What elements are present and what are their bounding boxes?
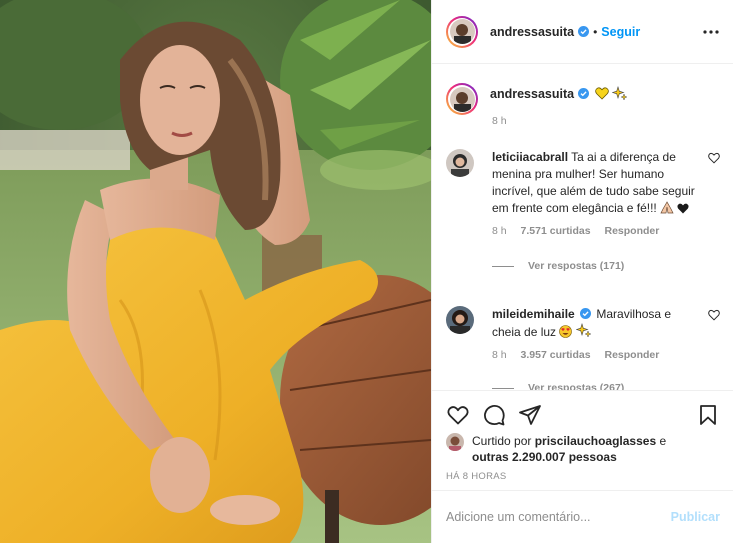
comment-likes[interactable]: 7.571 curtidas [521, 225, 591, 237]
view-replies-button[interactable]: Ver respostas (171) [492, 258, 696, 275]
sparkles-emoji [575, 323, 591, 338]
comment-time: 8 h [492, 349, 507, 361]
follow-button[interactable]: Seguir [601, 25, 640, 39]
post-photo[interactable] [0, 0, 431, 543]
bookmark-icon[interactable] [696, 403, 720, 427]
comment-meta: 8 h 3.957 curtidas Responder [492, 347, 696, 364]
replies-divider [492, 388, 514, 389]
comments-section[interactable]: andressasuita 8 h leticiiacabrall Ta ai … [432, 65, 733, 390]
likes-text: Curtido por priscilauchoaglasses e outra… [472, 433, 666, 465]
commenter-avatar[interactable] [446, 149, 474, 177]
liker-username[interactable]: priscilauchoaglasses [535, 434, 656, 448]
post-side-panel: andressasuita • Seguir andressasuita 8 h… [431, 0, 733, 543]
caption-username[interactable]: andressasuita [490, 87, 574, 101]
comment-time: 8 h [492, 225, 507, 237]
replies-divider [492, 266, 514, 267]
header-separator: • [593, 24, 598, 39]
heart-eyes-emoji [559, 325, 573, 338]
comment-meta: 8 h 7.571 curtidas Responder [492, 223, 696, 240]
post-actions: Curtido por priscilauchoaglasses e outra… [432, 390, 733, 490]
more-options-icon[interactable] [702, 24, 720, 40]
post-timestamp[interactable]: HÁ 8 HORAS [446, 471, 507, 482]
view-replies-label: Ver respostas (171) [528, 260, 625, 272]
photo-illustration [0, 0, 431, 543]
view-replies-label: Ver respostas (267) [528, 382, 625, 390]
caption-time: 8 h [492, 115, 507, 127]
heart-icon[interactable] [446, 403, 470, 427]
author-avatar[interactable] [446, 15, 478, 48]
folded-hands-emoji [660, 201, 674, 214]
likes-conjunction: e [659, 434, 667, 448]
avatar-image [449, 19, 475, 44]
black-heart-emoji [677, 203, 690, 214]
reply-button[interactable]: Responder [605, 349, 660, 361]
comment-like-heart-icon[interactable] [708, 152, 720, 164]
comment-input[interactable] [446, 510, 656, 524]
liker-avatar[interactable] [446, 433, 464, 451]
post-container: andressasuita • Seguir andressasuita 8 h… [0, 0, 733, 543]
post-caption: andressasuita [446, 83, 628, 115]
comment-username[interactable]: mileidemihaile [492, 307, 575, 321]
commenter-avatar[interactable] [446, 306, 474, 334]
verified-icon [580, 308, 592, 319]
reply-button[interactable]: Responder [605, 225, 660, 237]
comment-body: leticiiacabrall Ta ai a diferença de men… [492, 149, 696, 275]
add-comment-bar: Publicar [432, 490, 733, 543]
caption-avatar-image [449, 86, 475, 112]
likes-summary: Curtido por priscilauchoaglasses e outra… [446, 433, 726, 465]
publish-button[interactable]: Publicar [671, 510, 720, 524]
share-icon[interactable] [518, 403, 542, 427]
comment-username[interactable]: leticiiacabrall [492, 150, 568, 164]
yellow-heart-emoji [595, 87, 609, 100]
caption-avatar[interactable] [446, 83, 478, 115]
comment-likes[interactable]: 3.957 curtidas [521, 349, 591, 361]
post-header: andressasuita • Seguir [432, 0, 733, 64]
comment-like-heart-icon[interactable] [708, 309, 720, 321]
view-replies-button[interactable]: Ver respostas (267) [492, 380, 696, 390]
comment-icon[interactable] [482, 403, 506, 427]
likes-prefix: Curtido por [472, 434, 532, 448]
likes-count[interactable]: outras 2.290.007 pessoas [472, 450, 617, 464]
author-username[interactable]: andressasuita [490, 25, 574, 39]
verified-icon [578, 26, 590, 37]
verified-icon [578, 88, 590, 99]
comment-body: mileidemihaile Maravilhosa e cheia de lu… [492, 306, 696, 390]
sparkles-emoji [612, 86, 628, 101]
